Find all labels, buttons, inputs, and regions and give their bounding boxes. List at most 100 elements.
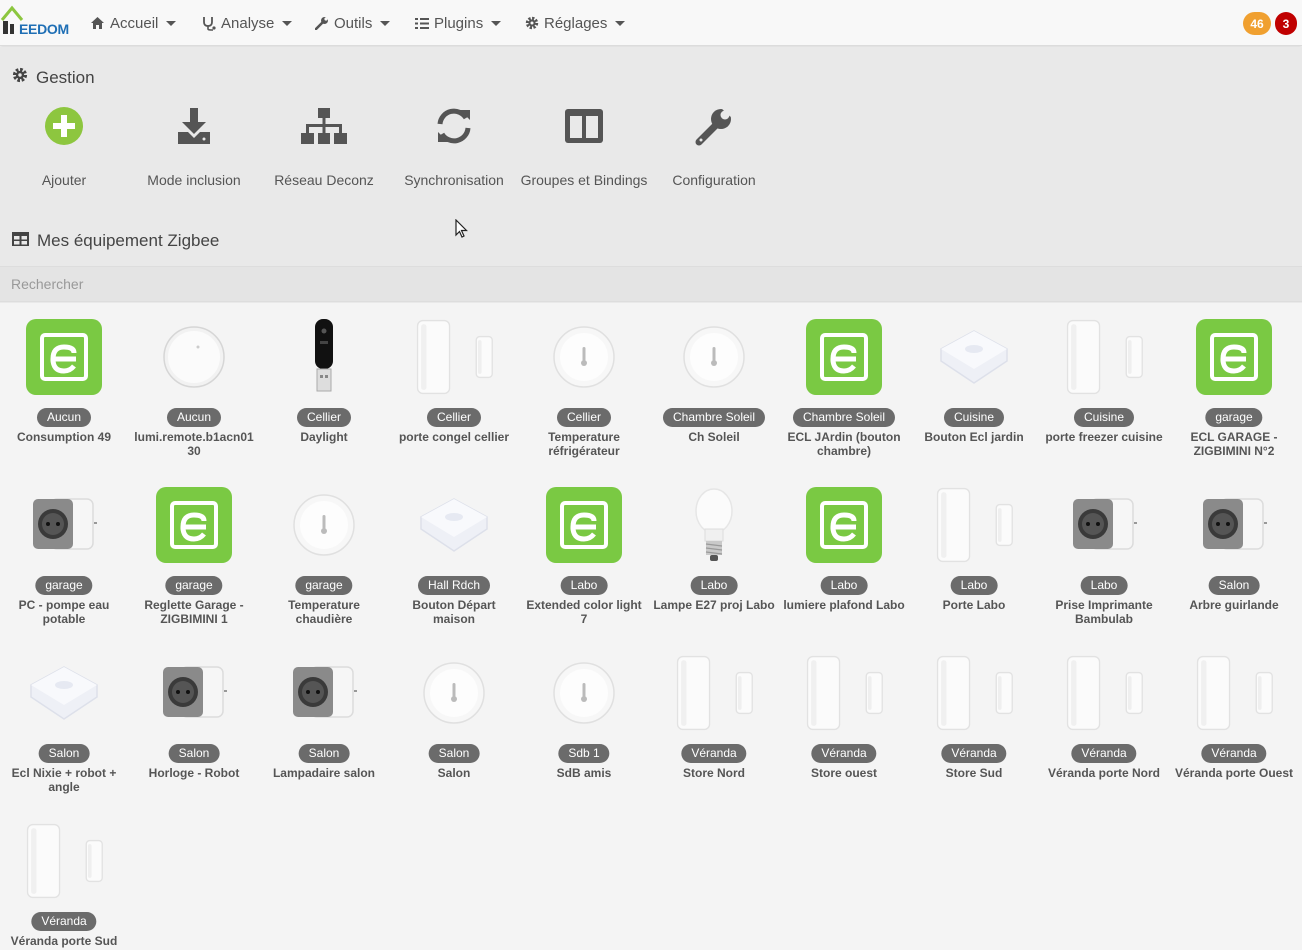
equipment-card-consumption-49[interactable]: Aucun Consumption 49	[0, 303, 129, 471]
room-badge: Chambre Soleil	[792, 408, 896, 427]
room-badge: Sdb 1	[558, 744, 610, 763]
equipment-card-ecl-garage-zigbimini-n-2[interactable]: garage ECL GARAGE - ZIGBIMINI N°2	[1169, 303, 1299, 471]
equipment-card-ecl-jardin-bouton-chambre[interactable]: Chambre Soleil ECL JArdin (bouton chambre…	[779, 303, 909, 471]
equipment-card-v-randa-porte-nord[interactable]: Véranda Véranda porte Nord	[1039, 639, 1169, 807]
equipment-card-prise-imprimante-bambulab[interactable]: Labo Prise Imprimante Bambulab	[1039, 471, 1169, 639]
equipment-name: Bouton Ecl jardin	[924, 430, 1024, 444]
equipment-card-lampadaire-salon[interactable]: Salon Lampadaire salon	[259, 639, 389, 807]
equipment-card-store-sud[interactable]: Véranda Store Sud	[909, 639, 1039, 807]
home-icon	[90, 16, 105, 31]
action-mode-inclusion[interactable]: Mode inclusion	[129, 104, 259, 190]
jeedom-logo[interactable]: EEDOM	[0, 4, 72, 38]
equipment-name: Ecl Nixie + robot + angle	[11, 766, 117, 794]
equipment-card-v-randa-porte-sud[interactable]: Véranda Véranda porte Sud	[0, 807, 129, 950]
stethoscope-icon	[201, 16, 216, 31]
action-configuration[interactable]: Configuration	[649, 104, 779, 190]
equipment-name: Daylight	[300, 430, 348, 444]
equipment-card-temperature-r-frig-rateur[interactable]: Cellier Temperature réfrigérateur	[519, 303, 649, 471]
equipment-name: Salon	[437, 766, 471, 780]
smart-plug-icon	[1064, 485, 1144, 565]
equipment-card-reglette-garage-zigbimini-1[interactable]: garage Reglette Garage - ZIGBIMINI 1	[129, 471, 259, 639]
room-badge: Labo	[1080, 576, 1128, 595]
search-bar	[0, 266, 1302, 302]
chevron-down-icon	[615, 20, 626, 26]
nav-plugins[interactable]: Plugins	[414, 0, 502, 46]
equipment-card-lumi-remote-b1acn01-30[interactable]: Aucun lumi.remote.b1acn01 30	[129, 303, 259, 471]
nav-outils[interactable]: Outils	[314, 0, 391, 46]
action-synchronisation[interactable]: Synchronisation	[389, 104, 519, 190]
room-badge: Cuisine	[1073, 408, 1135, 427]
notification-badge-alerts[interactable]: 3	[1275, 12, 1297, 35]
equipment-card-sdb-amis[interactable]: Sdb 1 SdB amis	[519, 639, 649, 807]
nav-reglages[interactable]: Réglages	[524, 0, 626, 46]
door-sensor-icon	[1064, 653, 1144, 733]
download-icon	[129, 104, 259, 148]
equipment-card-extended-color-light-7[interactable]: Labo Extended color light 7	[519, 471, 649, 639]
equipment-card-salon[interactable]: Salon Salon	[389, 639, 519, 807]
equipment-name: Ch Soleil	[688, 430, 740, 444]
action-configuration-label: Configuration	[672, 172, 756, 188]
temp-sensor-icon	[544, 317, 624, 397]
equipment-card-porte-congel-cellier[interactable]: Cellier porte congel cellier	[389, 303, 519, 471]
room-badge: Hall Rdch	[417, 576, 491, 595]
equipment-card-store-nord[interactable]: Véranda Store Nord	[649, 639, 779, 807]
equipment-card-lampe-e27-proj-labo[interactable]: Labo Lampe E27 proj Labo	[649, 471, 779, 639]
smart-plug-icon	[154, 653, 234, 733]
logo-text: EEDOM	[19, 21, 69, 37]
equipment-name: Lampadaire salon	[272, 766, 376, 780]
equipment-card-porte-freezer-cuisine[interactable]: Cuisine porte freezer cuisine	[1039, 303, 1169, 471]
table-icon	[12, 231, 29, 251]
nav-analyse[interactable]: Analyse	[201, 0, 293, 46]
action-groupes-bindings[interactable]: Groupes et Bindings	[519, 104, 649, 190]
equipment-card-temperature-chaudi-re[interactable]: garage Temperature chaudière	[259, 471, 389, 639]
bulb-icon	[674, 485, 754, 565]
room-badge: Labo	[950, 576, 998, 595]
action-reseau-deconz[interactable]: Réseau Deconz	[259, 104, 389, 190]
equipment-name: Store Nord	[682, 766, 745, 780]
equipment-name: Consumption 49	[16, 430, 111, 444]
equipment-card-arbre-guirlande[interactable]: Salon Arbre guirlande	[1169, 471, 1299, 639]
equipment-card-bouton-ecl-jardin[interactable]: Cuisine Bouton Ecl jardin	[909, 303, 1039, 471]
equipment-name: Extended color light 7	[526, 598, 642, 626]
action-ajouter[interactable]: Ajouter	[0, 104, 129, 190]
notification-badge-warnings[interactable]: 46	[1243, 12, 1271, 35]
room-badge: Salon	[428, 744, 480, 763]
room-badge: Véranda	[31, 912, 97, 931]
smart-plug-icon	[284, 653, 364, 733]
room-badge: Labo	[560, 576, 608, 595]
enocean-icon	[804, 485, 884, 565]
equipment-card-v-randa-porte-ouest[interactable]: Véranda Véranda porte Ouest	[1169, 639, 1299, 807]
door-sensor-icon	[1194, 653, 1274, 733]
equipment-name: ECL JArdin (bouton chambre)	[787, 430, 901, 458]
action-groupes-bindings-label: Groupes et Bindings	[520, 172, 648, 188]
equipment-card-lumiere-plafond-labo[interactable]: Labo lumiere plafond Labo	[779, 471, 909, 639]
enocean-icon	[154, 485, 234, 565]
temp-sensor-icon	[284, 485, 364, 565]
nav-analyse-label: Analyse	[221, 14, 275, 32]
room-badge: Salon	[298, 744, 350, 763]
equipment-card-ch-soleil[interactable]: Chambre Soleil Ch Soleil	[649, 303, 779, 471]
equipment-name: PC - pompe eau potable	[18, 598, 110, 626]
equipment-card-ecl-nixie-robot-angle[interactable]: Salon Ecl Nixie + robot + angle	[0, 639, 129, 807]
nav-accueil[interactable]: Accueil	[90, 0, 177, 46]
top-navbar: EEDOM Accueil Analyse Outils Plugins Rég	[0, 0, 1302, 46]
temp-sensor-icon	[414, 653, 494, 733]
door-sensor-icon	[414, 317, 494, 397]
square-button-icon	[934, 317, 1014, 397]
equipment-card-daylight[interactable]: Cellier Daylight	[259, 303, 389, 471]
equipment-card-bouton-d-part-maison[interactable]: Hall Rdch Bouton Départ maison	[389, 471, 519, 639]
equipment-card-horloge-robot[interactable]: Salon Horloge - Robot	[129, 639, 259, 807]
action-mode-inclusion-label: Mode inclusion	[147, 172, 241, 188]
room-badge: Salon	[38, 744, 90, 763]
mouse-cursor-icon	[455, 218, 469, 244]
equipment-card-store-ouest[interactable]: Véranda Store ouest	[779, 639, 909, 807]
equipment-name: Horloge - Robot	[148, 766, 240, 780]
door-sensor-icon	[1064, 317, 1144, 397]
equipment-card-porte-labo[interactable]: Labo Porte Labo	[909, 471, 1039, 639]
chevron-down-icon	[282, 20, 293, 26]
search-input[interactable]	[0, 267, 1302, 301]
equipment-name: Véranda porte Nord	[1047, 766, 1161, 780]
room-badge: Salon	[1208, 576, 1260, 595]
equipment-name: Reglette Garage - ZIGBIMINI 1	[144, 598, 244, 626]
equipment-card-pc-pompe-eau-potable[interactable]: garage PC - pompe eau potable	[0, 471, 129, 639]
